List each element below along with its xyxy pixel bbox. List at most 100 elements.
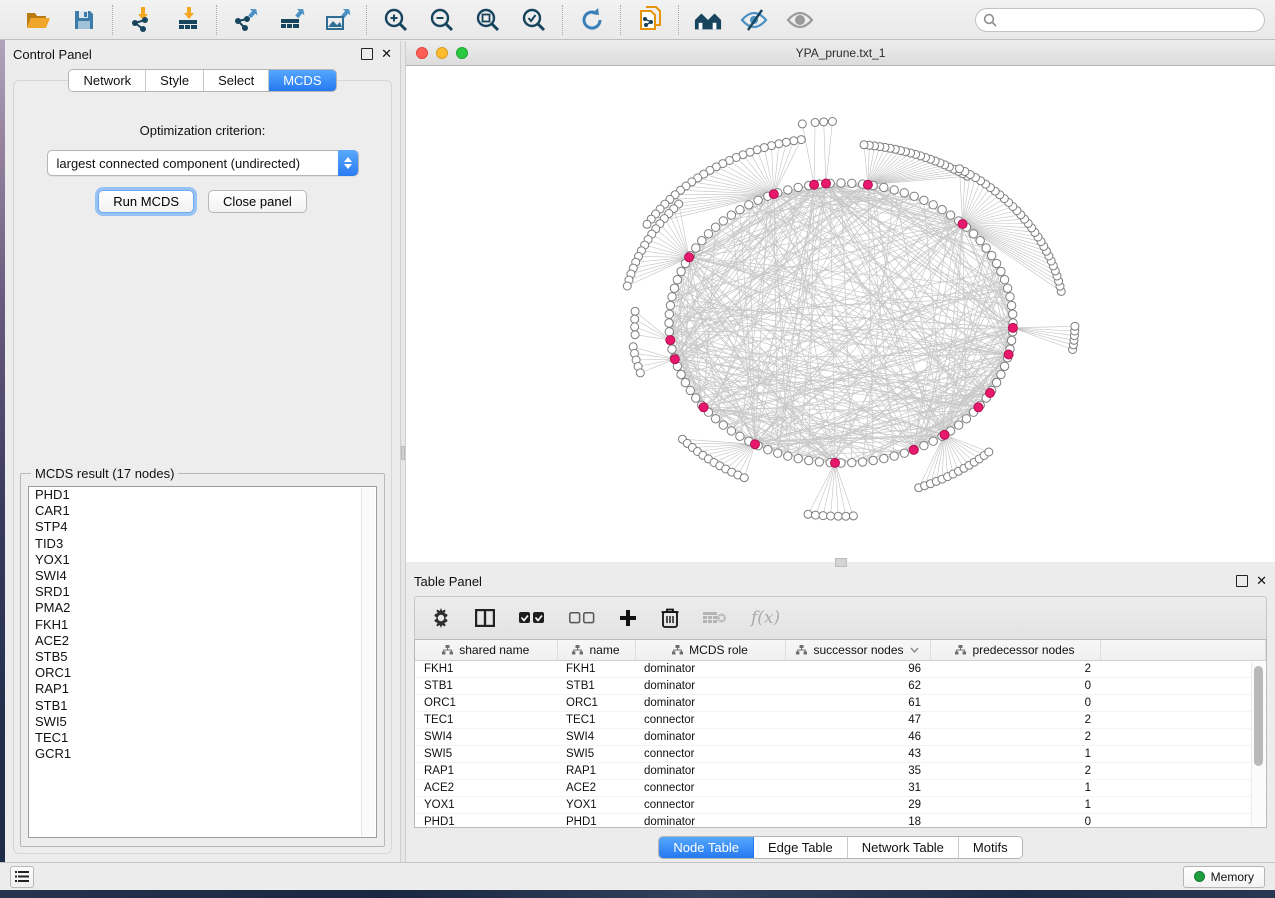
- graph-node[interactable]: [736, 206, 744, 214]
- graph-leaf-node[interactable]: [782, 138, 790, 146]
- graph-node[interactable]: [736, 432, 744, 440]
- graph-node[interactable]: [1000, 276, 1008, 284]
- graph-leaf-node[interactable]: [790, 137, 798, 145]
- refresh-view-icon[interactable]: [578, 6, 606, 34]
- graph-hub-node[interactable]: [831, 458, 840, 467]
- delete-row-icon[interactable]: [661, 605, 679, 631]
- graph-node[interactable]: [1006, 293, 1014, 301]
- network-view[interactable]: [406, 66, 1275, 562]
- run-mcds-button[interactable]: Run MCDS: [98, 190, 194, 213]
- graph-node[interactable]: [677, 267, 685, 275]
- table-cell-shared_name[interactable]: RAP1: [415, 763, 557, 780]
- table-settings-icon[interactable]: [431, 605, 451, 631]
- hide-details-icon[interactable]: [740, 6, 768, 34]
- optimization-criterion-select[interactable]: largest connected component (undirected): [47, 150, 359, 176]
- graph-node[interactable]: [962, 415, 970, 423]
- table-cell-successor_nodes[interactable]: 29: [785, 797, 930, 814]
- graph-leaf-node[interactable]: [643, 220, 651, 228]
- mcds-result-item[interactable]: TEC1: [29, 730, 376, 746]
- table-cell-mcds_role[interactable]: dominator: [635, 661, 785, 678]
- graph-hub-node[interactable]: [1004, 350, 1013, 359]
- graph-node[interactable]: [665, 328, 673, 336]
- graph-node[interactable]: [784, 452, 792, 460]
- mcds-result-item[interactable]: STP4: [29, 519, 376, 535]
- mcds-result-item[interactable]: ACE2: [29, 633, 376, 649]
- tab-edge-table[interactable]: Edge Table: [754, 837, 848, 858]
- graph-hub-node[interactable]: [940, 430, 949, 439]
- table-row[interactable]: YOX1YOX1connector291: [415, 797, 1266, 814]
- graph-node[interactable]: [665, 319, 673, 327]
- float-table-panel-icon[interactable]: [1236, 575, 1248, 587]
- zoom-fit-icon[interactable]: [474, 6, 502, 34]
- column-header-predecessor-nodes[interactable]: predecessor nodes: [930, 640, 1100, 661]
- graph-leaf-node[interactable]: [1071, 322, 1079, 330]
- tab-mcds[interactable]: MCDS: [269, 70, 335, 91]
- graph-node[interactable]: [900, 449, 908, 457]
- graph-hub-node[interactable]: [699, 403, 708, 412]
- table-row[interactable]: RAP1RAP1dominator352: [415, 763, 1266, 780]
- graph-node[interactable]: [1009, 310, 1017, 318]
- graph-hub-node[interactable]: [685, 253, 694, 262]
- tab-motifs[interactable]: Motifs: [959, 837, 1022, 858]
- table-cell-shared_name[interactable]: FKH1: [415, 661, 557, 678]
- table-cell-name[interactable]: STB1: [557, 678, 635, 695]
- table-cell-shared_name[interactable]: SWI4: [415, 729, 557, 746]
- graph-node[interactable]: [880, 454, 888, 462]
- result-list-scrollbar[interactable]: [361, 488, 375, 836]
- graph-node[interactable]: [805, 456, 813, 464]
- graph-leaf-node[interactable]: [631, 315, 639, 323]
- memory-button[interactable]: Memory: [1183, 866, 1265, 888]
- tab-network-table[interactable]: Network Table: [848, 837, 959, 858]
- graph-node[interactable]: [890, 186, 898, 194]
- import-network-icon[interactable]: [128, 6, 156, 34]
- table-cell-predecessor_nodes[interactable]: 0: [930, 695, 1100, 712]
- graph-hub-node[interactable]: [810, 180, 819, 189]
- function-builder-icon[interactable]: f(x): [751, 605, 780, 631]
- show-columns-icon[interactable]: [475, 605, 495, 631]
- column-header-successor-nodes[interactable]: successor nodes: [785, 640, 930, 661]
- graph-node[interactable]: [1000, 362, 1008, 370]
- mcds-result-item[interactable]: ORC1: [29, 665, 376, 681]
- graph-node[interactable]: [929, 201, 937, 209]
- table-cell-successor_nodes[interactable]: 61: [785, 695, 930, 712]
- table-cell-mcds_role[interactable]: dominator: [635, 814, 785, 829]
- save-session-icon[interactable]: [70, 6, 98, 34]
- graph-node[interactable]: [745, 201, 753, 209]
- table-cell-mcds_role[interactable]: connector: [635, 712, 785, 729]
- table-cell-shared_name[interactable]: ACE2: [415, 780, 557, 797]
- graph-node[interactable]: [670, 284, 678, 292]
- graph-leaf-node[interactable]: [828, 118, 836, 126]
- table-cell-predecessor_nodes[interactable]: 2: [930, 712, 1100, 729]
- float-panel-icon[interactable]: [361, 48, 373, 60]
- graph-node[interactable]: [890, 452, 898, 460]
- table-cell-successor_nodes[interactable]: 43: [785, 746, 930, 763]
- graph-node[interactable]: [668, 345, 676, 353]
- table-cell-name[interactable]: SWI5: [557, 746, 635, 763]
- graph-leaf-node[interactable]: [804, 510, 812, 518]
- mcds-result-item[interactable]: CAR1: [29, 503, 376, 519]
- graph-node[interactable]: [719, 217, 727, 225]
- tab-node-table[interactable]: Node Table: [659, 837, 754, 858]
- graph-leaf-node[interactable]: [631, 331, 639, 339]
- graph-leaf-node[interactable]: [631, 323, 639, 331]
- graph-hub-node[interactable]: [986, 389, 995, 398]
- graph-node[interactable]: [665, 310, 673, 318]
- graph-node[interactable]: [666, 301, 674, 309]
- splitter-grip[interactable]: [401, 446, 405, 460]
- import-table-icon[interactable]: [174, 6, 202, 34]
- graph-leaf-node[interactable]: [636, 369, 644, 377]
- graph-hub-node[interactable]: [670, 355, 679, 364]
- table-cell-successor_nodes[interactable]: 18: [785, 814, 930, 829]
- zoom-out-icon[interactable]: [428, 6, 456, 34]
- graph-node[interactable]: [711, 415, 719, 423]
- graph-leaf-node[interactable]: [827, 512, 835, 520]
- graph-node[interactable]: [920, 442, 928, 450]
- graph-node[interactable]: [698, 237, 706, 245]
- tab-network[interactable]: Network: [69, 70, 146, 91]
- table-cell-name[interactable]: FKH1: [557, 661, 635, 678]
- graph-hub-node[interactable]: [958, 220, 967, 229]
- graph-leaf-node[interactable]: [812, 511, 820, 519]
- select-all-rows-icon[interactable]: [519, 605, 545, 631]
- graph-node[interactable]: [938, 206, 946, 214]
- graph-leaf-node[interactable]: [819, 512, 827, 520]
